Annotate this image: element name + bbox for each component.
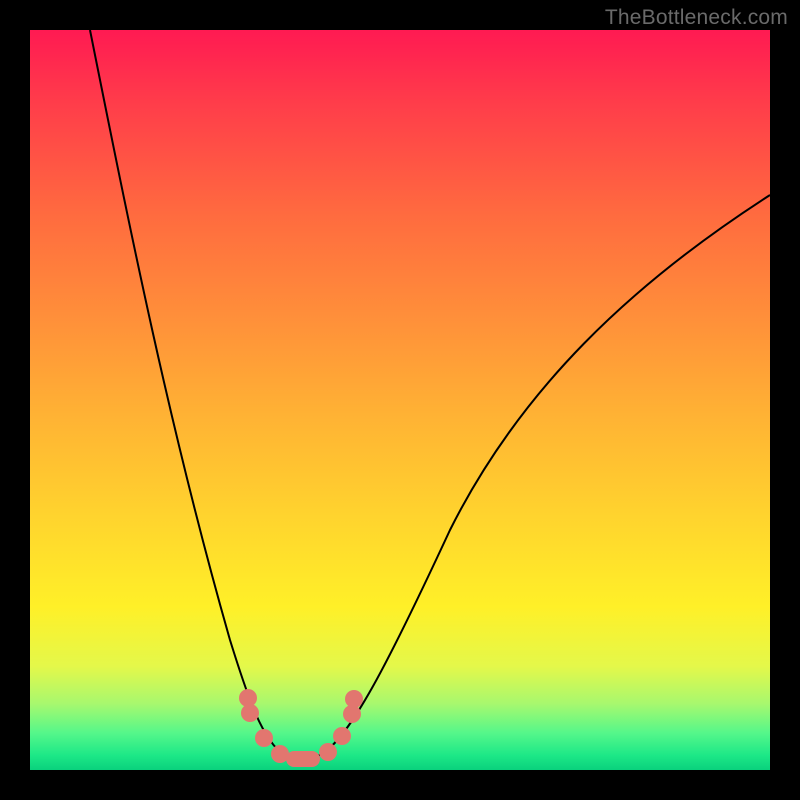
marker-dot [333,727,351,745]
plot-area [30,30,770,770]
marker-dot [319,743,337,761]
trough-marker-group [239,689,363,767]
bottleneck-curve [90,30,770,760]
outer-frame: TheBottleneck.com [0,0,800,800]
marker-dot [286,751,320,767]
marker-dot [241,704,259,722]
curve-svg [30,30,770,770]
watermark-text: TheBottleneck.com [605,6,788,30]
marker-dot [255,729,273,747]
marker-dot [345,690,363,708]
